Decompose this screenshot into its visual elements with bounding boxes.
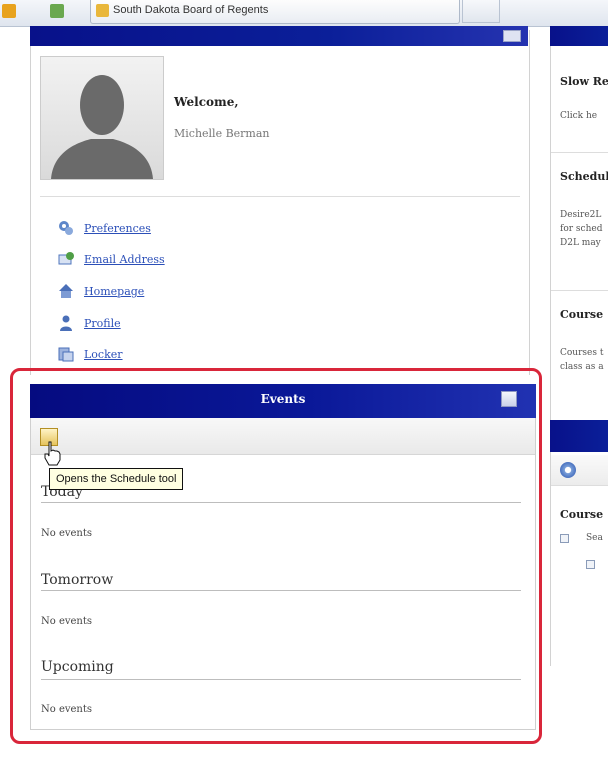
email-icon: [58, 252, 74, 265]
tab-title: South Dakota Board of Regents: [113, 4, 269, 16]
schedule-text-line: Desire2L: [560, 210, 602, 220]
browser-tab[interactable]: South Dakota Board of Regents: [90, 0, 460, 24]
preferences-icon: [59, 221, 73, 235]
email-address-link-label[interactable]: Email Address: [84, 253, 165, 266]
new-tab-button[interactable]: [462, 0, 500, 23]
preferences-link-label[interactable]: Preferences: [84, 222, 151, 235]
profile-icon: [60, 315, 72, 331]
site-favicon-icon: [96, 4, 109, 17]
favorites-star-icon[interactable]: [2, 4, 16, 18]
locker-link-label[interactable]: Locker: [84, 348, 123, 361]
profile-link-label[interactable]: Profile: [84, 317, 121, 330]
courses-widget-header: [550, 420, 608, 452]
schedule-text-line: D2L may: [560, 238, 601, 248]
collapse-tree-icon[interactable]: [560, 534, 569, 543]
gear-icon[interactable]: [560, 462, 576, 478]
tree-item-label[interactable]: Sea: [586, 531, 603, 545]
courses-label: Course: [560, 508, 604, 521]
profile-widget-header: [30, 26, 528, 46]
schedule-text-line: for sched: [560, 224, 603, 234]
user-silhouette-icon: [51, 75, 153, 179]
slow-response-heading: Slow Re: [560, 75, 608, 88]
homepage-icon: [59, 284, 73, 298]
welcome-text: Welcome,: [174, 95, 239, 109]
divider: [551, 290, 608, 291]
homepage-link-label[interactable]: Homepage: [84, 285, 144, 298]
avatar: [40, 56, 164, 180]
slow-response-text[interactable]: Click he: [560, 109, 597, 123]
course-text-line: Courses t: [560, 348, 604, 358]
course-heading: Course: [560, 308, 604, 321]
schedule-heading: Schedul: [560, 170, 608, 183]
highlight-outline: [10, 368, 542, 744]
right-widget-header: [550, 26, 608, 46]
course-text-line: class as a: [560, 362, 604, 372]
divider: [551, 152, 608, 153]
collapse-tree-icon[interactable]: [586, 560, 595, 569]
user-name: Michelle Berman: [174, 127, 270, 140]
profile-widget-collapse-button[interactable]: [503, 30, 521, 42]
divider: [40, 196, 520, 197]
add-favorite-icon[interactable]: [50, 4, 64, 18]
locker-icon: [58, 347, 74, 362]
